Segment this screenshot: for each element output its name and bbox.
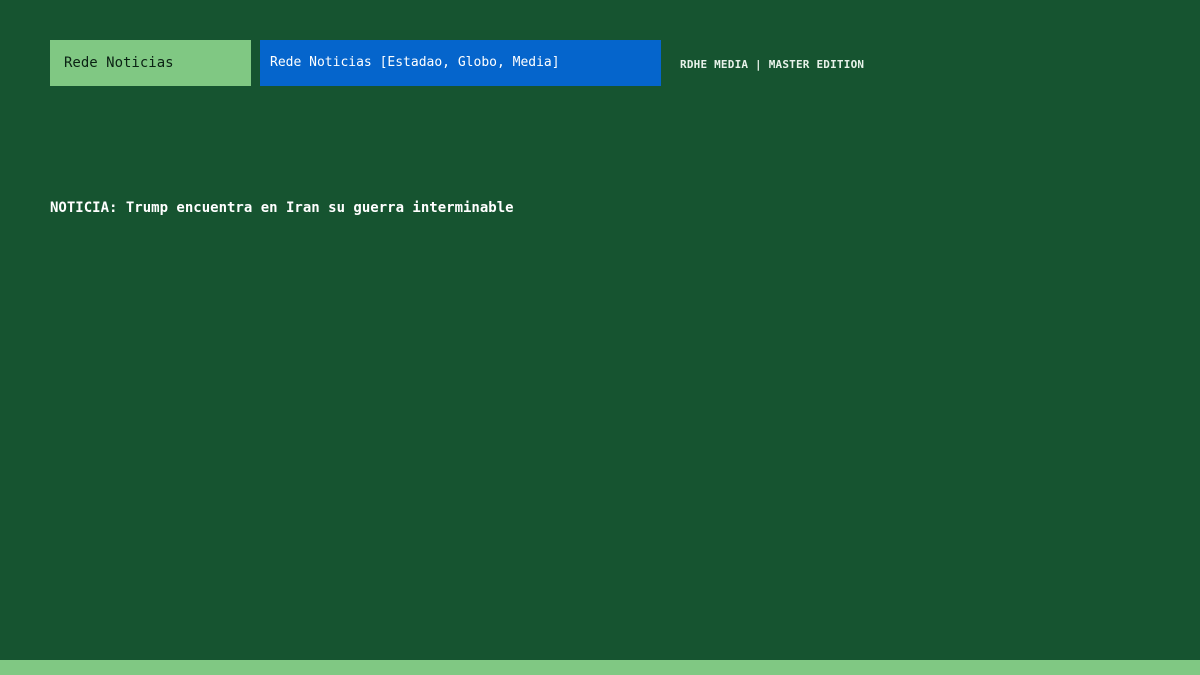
- brand-label: RDHE MEDIA | MASTER EDITION: [680, 58, 865, 71]
- news-source-selector[interactable]: Rede Noticias [Estadao, Globo, Media]: [260, 40, 661, 86]
- page: { "header": { "tab_label": "Rede Noticia…: [0, 0, 1200, 675]
- footer-bar: [0, 660, 1200, 675]
- rede-noticias-tab[interactable]: Rede Noticias: [50, 40, 251, 86]
- news-headline: NOTICIA: Trump encuentra en Iran su guer…: [50, 200, 514, 216]
